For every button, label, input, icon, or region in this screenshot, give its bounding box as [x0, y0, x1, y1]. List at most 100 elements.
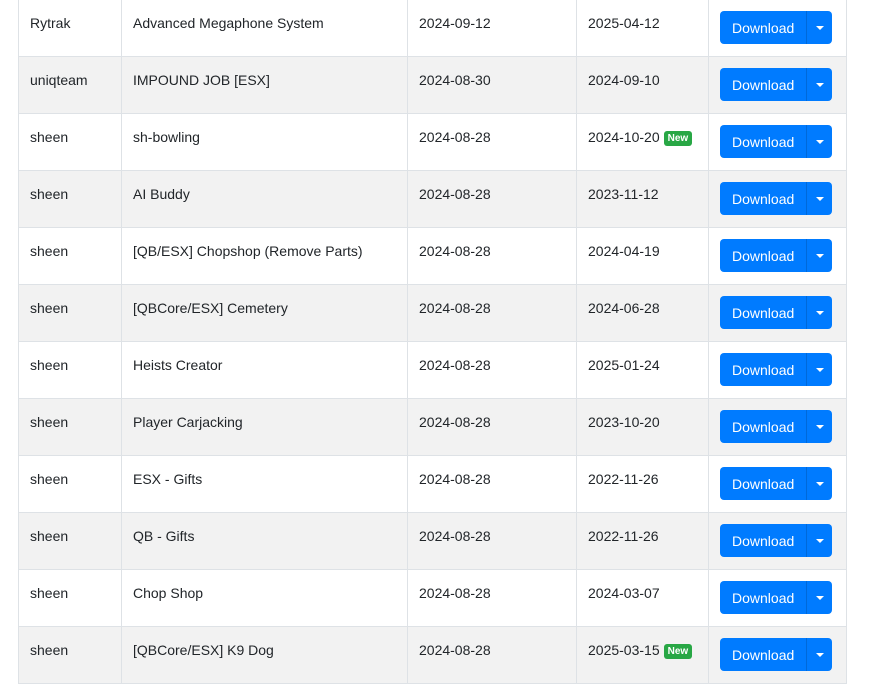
added-date-text: 2024-09-12	[419, 15, 491, 31]
download-button[interactable]: Download	[720, 524, 807, 557]
updated-date-cell: 2025-01-24	[576, 341, 709, 399]
updated-date-text: 2024-09-10	[588, 72, 660, 88]
added-date-cell: 2024-08-28	[407, 113, 577, 171]
download-button[interactable]: Download	[720, 467, 807, 500]
updated-date-text: 2025-01-24	[588, 357, 660, 373]
author-cell: sheen	[18, 170, 122, 228]
download-dropdown-toggle[interactable]	[806, 182, 833, 215]
action-cell: Download	[708, 398, 847, 456]
download-dropdown-toggle[interactable]	[806, 353, 833, 386]
resource-name-text: sh-bowling	[133, 129, 200, 145]
author-text: sheen	[30, 186, 69, 202]
action-cell: Download	[708, 170, 847, 228]
added-date-cell: 2024-08-28	[407, 455, 577, 513]
download-button[interactable]: Download	[720, 410, 807, 443]
action-cell: Download	[708, 341, 847, 399]
action-cell: Download	[708, 113, 847, 171]
updated-date-text: 2025-03-15	[588, 642, 660, 658]
caret-down-icon	[815, 424, 824, 429]
added-date-cell: 2024-08-28	[407, 512, 577, 570]
download-dropdown-toggle[interactable]	[806, 581, 833, 614]
author-cell: sheen	[18, 227, 122, 285]
added-date-cell: 2024-08-28	[407, 227, 577, 285]
updated-date-cell: 2022-11-26	[576, 512, 709, 570]
table-row: sheen [QB/ESX] Chopshop (Remove Parts) 2…	[18, 227, 847, 285]
updated-date-cell: 2024-03-07	[576, 569, 709, 627]
added-date-cell: 2024-08-28	[407, 341, 577, 399]
download-button[interactable]: Download	[720, 638, 807, 671]
caret-down-icon	[815, 595, 824, 600]
resource-name-cell: ESX - Gifts	[121, 455, 408, 513]
caret-down-icon	[815, 139, 824, 144]
resource-name-cell: Advanced Megaphone System	[121, 0, 408, 57]
table-row: Rytrak Advanced Megaphone System 2024-09…	[18, 0, 847, 57]
updated-date-cell: 2024-04-19	[576, 227, 709, 285]
download-button-group: Download	[720, 410, 833, 443]
updated-date-cell: 2024-06-28	[576, 284, 709, 342]
table-row: sheen Chop Shop 2024-08-28 2024-03-07 Do…	[18, 569, 847, 627]
added-date-cell: 2024-08-28	[407, 284, 577, 342]
download-button[interactable]: Download	[720, 11, 807, 44]
updated-date-text: 2023-11-12	[588, 186, 659, 202]
download-dropdown-toggle[interactable]	[806, 410, 833, 443]
caret-down-icon	[815, 652, 824, 657]
download-dropdown-toggle[interactable]	[806, 638, 833, 671]
resource-name-text: Player Carjacking	[133, 414, 243, 430]
added-date-text: 2024-08-28	[419, 585, 491, 601]
added-date-text: 2024-08-28	[419, 528, 491, 544]
updated-date-cell: 2023-10-20	[576, 398, 709, 456]
download-dropdown-toggle[interactable]	[806, 68, 833, 101]
resource-table-container: Rytrak Advanced Megaphone System 2024-09…	[18, 0, 847, 684]
updated-date-text: 2024-03-07	[588, 585, 660, 601]
action-cell: Download	[708, 512, 847, 570]
download-button-group: Download	[720, 467, 833, 500]
resource-name-text: Advanced Megaphone System	[133, 15, 324, 31]
download-dropdown-toggle[interactable]	[806, 239, 833, 272]
added-date-cell: 2024-08-28	[407, 398, 577, 456]
download-button-group: Download	[720, 524, 833, 557]
caret-down-icon	[815, 253, 824, 258]
added-date-cell: 2024-09-12	[407, 0, 577, 57]
resource-name-cell: AI Buddy	[121, 170, 408, 228]
added-date-text: 2024-08-28	[419, 129, 491, 145]
author-text: sheen	[30, 642, 69, 658]
added-date-text: 2024-08-28	[419, 471, 491, 487]
download-button[interactable]: Download	[720, 296, 807, 329]
download-button[interactable]: Download	[720, 239, 807, 272]
resource-name-cell: sh-bowling	[121, 113, 408, 171]
resource-name-cell: IMPOUND JOB [ESX]	[121, 56, 408, 114]
download-dropdown-toggle[interactable]	[806, 524, 833, 557]
download-button[interactable]: Download	[720, 581, 807, 614]
updated-date-cell: 2025-04-12	[576, 0, 709, 57]
download-button[interactable]: Download	[720, 353, 807, 386]
action-cell: Download	[708, 569, 847, 627]
table-row: uniqteam IMPOUND JOB [ESX] 2024-08-30 20…	[18, 56, 847, 114]
author-text: sheen	[30, 300, 69, 316]
download-dropdown-toggle[interactable]	[806, 125, 833, 158]
updated-date-cell: 2023-11-12	[576, 170, 709, 228]
resource-name-text: QB - Gifts	[133, 528, 195, 544]
download-dropdown-toggle[interactable]	[806, 11, 833, 44]
download-dropdown-toggle[interactable]	[806, 296, 833, 329]
resource-name-text: AI Buddy	[133, 186, 190, 202]
resource-name-text: Heists Creator	[133, 357, 223, 373]
action-cell: Download	[708, 626, 847, 684]
resource-name-cell: [QBCore/ESX] Cemetery	[121, 284, 408, 342]
resource-name-text: [QBCore/ESX] K9 Dog	[133, 642, 274, 658]
resource-name-cell: [QB/ESX] Chopshop (Remove Parts)	[121, 227, 408, 285]
download-button-group: Download	[720, 353, 833, 386]
updated-date-text: 2022-11-26	[588, 528, 659, 544]
author-text: sheen	[30, 357, 69, 373]
resource-name-text: ESX - Gifts	[133, 471, 203, 487]
caret-down-icon	[815, 310, 824, 315]
action-cell: Download	[708, 284, 847, 342]
download-button[interactable]: Download	[720, 125, 807, 158]
download-button[interactable]: Download	[720, 68, 807, 101]
author-text: sheen	[30, 528, 69, 544]
download-button[interactable]: Download	[720, 182, 807, 215]
resource-name-cell: Heists Creator	[121, 341, 408, 399]
added-date-text: 2024-08-28	[419, 243, 491, 259]
resource-name-text: [QB/ESX] Chopshop (Remove Parts)	[133, 243, 363, 259]
updated-date-cell: 2024-09-10	[576, 56, 709, 114]
download-dropdown-toggle[interactable]	[806, 467, 833, 500]
